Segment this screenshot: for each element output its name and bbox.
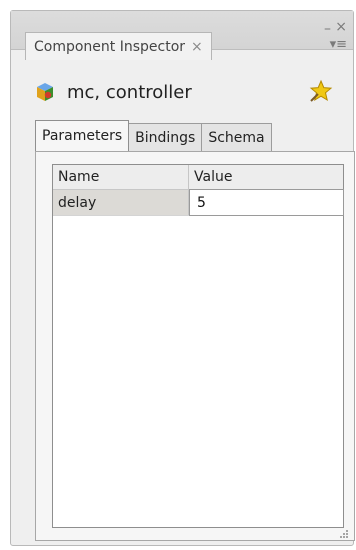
parameters-grid: Name Value delay 5 xyxy=(52,164,344,528)
table-row[interactable]: delay 5 xyxy=(53,189,344,216)
parameters-tab-body: Name Value delay 5 xyxy=(35,151,355,541)
column-header-value[interactable]: Value xyxy=(189,165,343,189)
parameter-name-cell[interactable]: delay xyxy=(53,190,189,215)
component-inspector-panel: Component Inspector × – × ▾≡ mc, control… xyxy=(10,10,355,546)
resize-grip-icon[interactable] xyxy=(337,529,349,541)
star-icon[interactable] xyxy=(309,79,333,103)
panel-tab-component-inspector[interactable]: Component Inspector × xyxy=(25,32,212,60)
panel-controls: – × ▾≡ xyxy=(317,19,347,53)
column-header-name[interactable]: Name xyxy=(53,165,189,189)
component-title-row: mc, controller xyxy=(35,77,333,107)
tab-schema[interactable]: Schema xyxy=(201,123,272,151)
component-icon xyxy=(37,83,53,101)
component-name: mc, controller xyxy=(67,81,192,103)
tab-label: Parameters xyxy=(42,128,123,144)
tab-label: Bindings xyxy=(135,129,196,146)
parameter-value-field[interactable]: 5 xyxy=(189,189,344,216)
tab-label: Schema xyxy=(208,129,265,146)
tab-parameters[interactable]: Parameters xyxy=(35,120,130,151)
close-icon[interactable]: × xyxy=(191,39,203,55)
inspector-tabs: Parameters Bindings Schema xyxy=(35,120,272,151)
tab-bindings[interactable]: Bindings xyxy=(128,123,203,151)
grid-header: Name Value xyxy=(53,165,343,190)
panel-menu-icon[interactable]: ▾≡ xyxy=(330,37,347,52)
panel-tab-label: Component Inspector xyxy=(34,38,186,55)
minimize-icon[interactable]: – xyxy=(324,21,331,37)
close-panel-icon[interactable]: × xyxy=(335,19,347,35)
